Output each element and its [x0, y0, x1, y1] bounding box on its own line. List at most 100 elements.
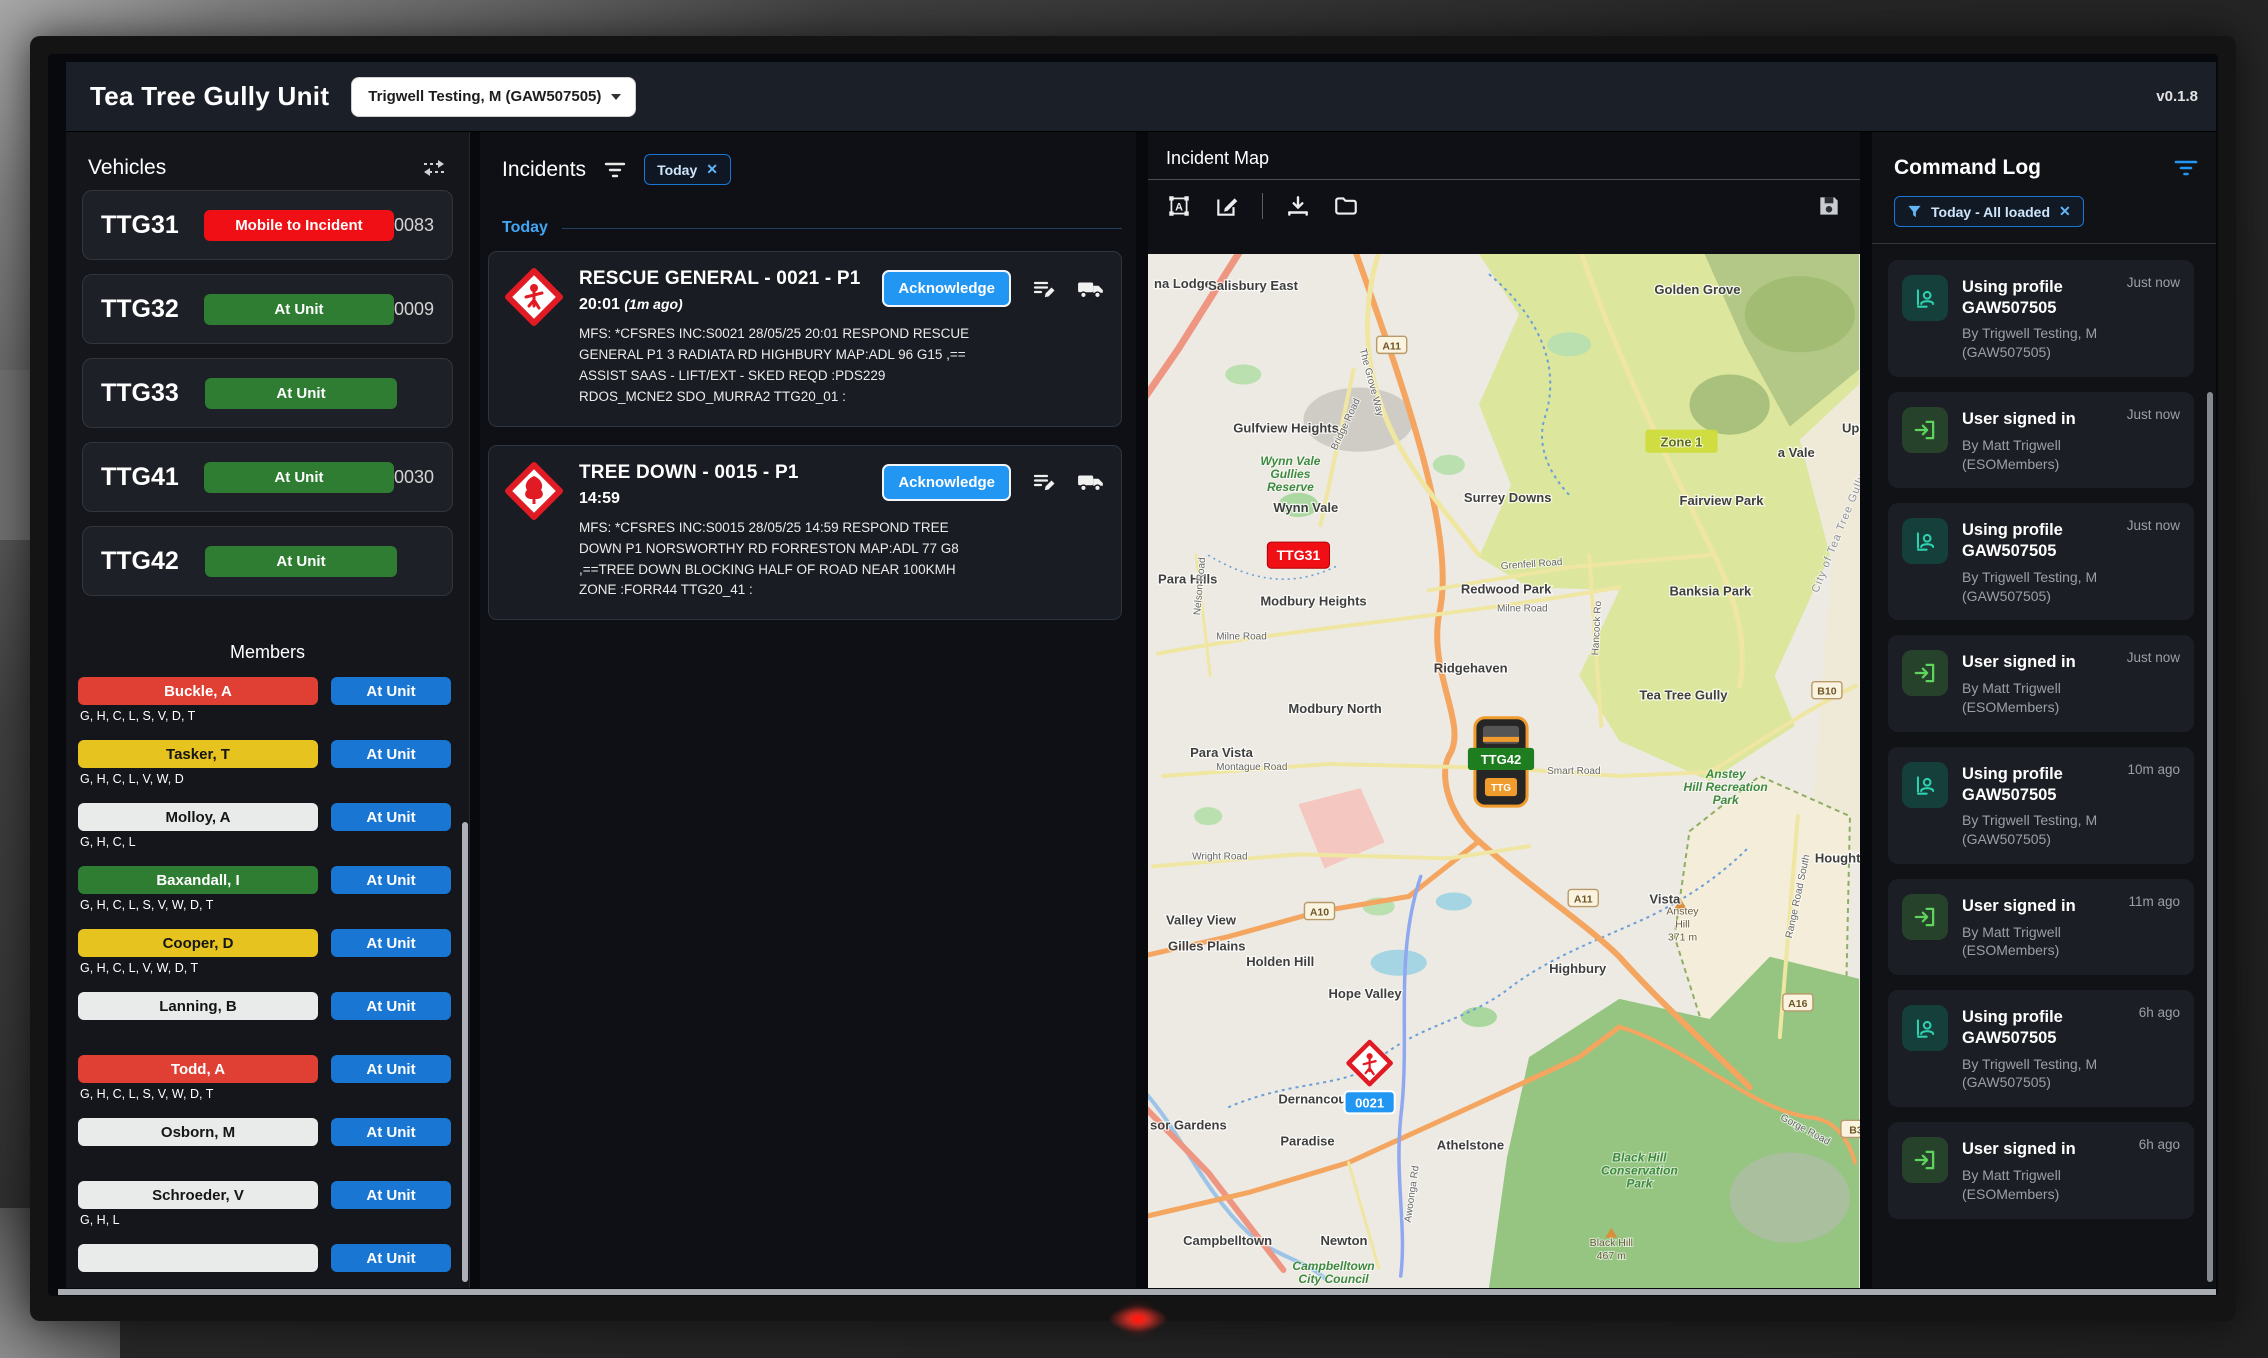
log-entry: Using profile GAW507505 By Trigwell Test… — [1888, 990, 2194, 1107]
member-name-pill[interactable]: Todd, A — [78, 1055, 318, 1083]
command-log-list: Using profile GAW507505 By Trigwell Test… — [1872, 244, 2216, 1219]
profile-icon — [1912, 285, 1938, 311]
map-place-label: Banksia Park — [1669, 583, 1752, 598]
close-icon[interactable]: ✕ — [2059, 203, 2071, 220]
member-name-pill[interactable]: Baxandall, I — [78, 866, 318, 894]
map-place-label: Milne Road — [1216, 631, 1267, 642]
member-row: Baxandall, I At Unit G, H, C, L, S, V, W… — [66, 866, 469, 929]
save-icon[interactable] — [1816, 193, 1842, 219]
download-icon[interactable] — [1285, 193, 1311, 219]
log-entry-time: 10m ago — [2127, 762, 2180, 777]
vehicle-card[interactable]: TTG32 At Unit 0009 — [82, 274, 453, 344]
log-entry-by: By Matt Trigwell (ESOMembers) — [1962, 1166, 2142, 1204]
close-icon[interactable]: ✕ — [706, 161, 718, 178]
member-name-pill[interactable]: Molloy, A — [78, 803, 318, 831]
text-annotation-icon[interactable]: A — [1166, 193, 1192, 219]
log-entry-time: Just now — [2127, 650, 2180, 665]
member-name-pill[interactable]: Osborn, M — [78, 1118, 318, 1146]
member-row: At Unit — [66, 1244, 469, 1288]
rescue-diamond-icon — [505, 268, 563, 326]
truck-icon[interactable] — [1077, 277, 1105, 301]
vehicle-card[interactable]: TTG31 Mobile to Incident 0083 — [82, 190, 453, 260]
folder-icon[interactable] — [1333, 193, 1359, 219]
map-place-label: Salisbury East — [1208, 278, 1298, 293]
map-place-label: Golden Grove — [1654, 282, 1740, 297]
acknowledge-button[interactable]: Acknowledge — [882, 270, 1011, 307]
log-entry-icon — [1902, 407, 1948, 453]
edit-icon[interactable] — [1214, 193, 1240, 219]
map-place-label: CampbelltownCity Council — [1292, 1259, 1374, 1286]
log-entry-icon — [1902, 894, 1948, 940]
member-qualifications: G, H, L — [80, 1213, 457, 1230]
member-status-button[interactable]: At Unit — [331, 992, 451, 1020]
member-qualifications: G, H, C, L, V, W, D — [80, 772, 457, 789]
map-place-label: Wynn Vale — [1273, 500, 1338, 515]
member-status-button[interactable]: At Unit — [331, 1244, 451, 1272]
member-status-button[interactable]: At Unit — [331, 1181, 451, 1209]
map-place-label: Fairview Park — [1679, 493, 1764, 508]
member-status-button[interactable]: At Unit — [331, 740, 451, 768]
member-status-button[interactable]: At Unit — [331, 1055, 451, 1083]
member-status-button[interactable]: At Unit — [331, 929, 451, 957]
member-row: Lanning, B At Unit — [66, 992, 469, 1055]
vehicle-list: TTG31 Mobile to Incident 0083 TTG32 At U… — [66, 190, 469, 596]
command-log-filter-chip[interactable]: Today - All loaded ✕ — [1894, 196, 2084, 227]
acknowledge-button[interactable]: Acknowledge — [882, 464, 1011, 501]
vehicle-card[interactable]: TTG33 At Unit — [82, 358, 453, 428]
filter-icon[interactable] — [604, 161, 626, 179]
road-shield: A11 — [1377, 336, 1407, 353]
member-name-pill[interactable]: Schroeder, V — [78, 1181, 318, 1209]
vehicle-status-pill[interactable]: At Unit — [205, 546, 397, 577]
map-marker-ttg31[interactable]: TTG31 — [1267, 542, 1329, 568]
vehicle-status-pill[interactable]: At Unit — [204, 294, 394, 325]
vehicles-title: Vehicles — [88, 156, 166, 180]
log-entry-by: By Matt Trigwell (ESOMembers) — [1962, 923, 2142, 961]
map-place-label: sor Gardens — [1150, 1117, 1227, 1132]
map-place-label: Modbury Heights — [1260, 593, 1366, 608]
transfer-arrows-icon[interactable] — [421, 157, 447, 179]
member-status-button[interactable]: At Unit — [331, 866, 451, 894]
member-name-pill[interactable]: Cooper, D — [78, 929, 318, 957]
member-name-pill[interactable]: Buckle, A — [78, 677, 318, 705]
incidents-section-label: Today — [502, 219, 548, 237]
map-marker-ttg42-cluster[interactable]: TTG42TTG — [1468, 718, 1534, 806]
members-scrollbar[interactable] — [462, 822, 468, 1282]
incident-message: MFS: *CFSRES INC:S0015 28/05/25 14:59 RE… — [579, 518, 979, 602]
filter-icon-blue[interactable] — [2174, 159, 2198, 177]
vehicle-status-pill[interactable]: At Unit — [205, 378, 397, 409]
incident-map[interactable]: na LodgeSalisbury EastGolden GroveGulfvi… — [1148, 254, 1860, 1288]
log-entry-time: 11m ago — [2128, 894, 2180, 909]
member-name-pill[interactable] — [78, 1244, 318, 1272]
log-entry-by: By Trigwell Testing, M (GAW507505) — [1962, 811, 2142, 849]
member-status-button[interactable]: At Unit — [331, 803, 451, 831]
member-name-pill[interactable]: Tasker, T — [78, 740, 318, 768]
incident-map-title: Incident Map — [1148, 132, 1860, 179]
member-row: Todd, A At Unit G, H, C, L, S, V, W, D, … — [66, 1055, 469, 1118]
incidents-filter-chip[interactable]: Today ✕ — [644, 154, 731, 185]
note-edit-icon[interactable] — [1031, 277, 1057, 301]
member-status-button[interactable]: At Unit — [331, 677, 451, 705]
command-log-scrollbar[interactable] — [2207, 392, 2213, 1282]
incident-card[interactable]: RESCUE GENERAL - 0021 - P1 20:01 (1m ago… — [488, 251, 1122, 427]
member-status-button[interactable]: At Unit — [331, 1118, 451, 1146]
truck-icon[interactable] — [1077, 470, 1105, 494]
vehicle-card[interactable]: TTG41 At Unit 0030 — [82, 442, 453, 512]
member-qualifications: G, H, C, L, V, W, D, T — [80, 961, 457, 978]
log-entry-title: Using profile GAW507505 — [1962, 520, 2122, 561]
profile-dropdown[interactable]: Trigwell Testing, M (GAW507505) — [351, 77, 636, 117]
incident-card[interactable]: TREE DOWN - 0015 - P1 14:59 MFS: *CFSRES… — [488, 445, 1122, 621]
log-entry-icon — [1902, 650, 1948, 696]
vehicle-number: 0083 — [394, 215, 434, 236]
vehicle-status-pill[interactable]: At Unit — [204, 462, 394, 493]
map-place-label: Upper — [1842, 421, 1860, 436]
vehicle-status-pill[interactable]: Mobile to Incident — [204, 210, 394, 241]
log-entry-title: Using profile GAW507505 — [1962, 1007, 2122, 1048]
log-entry-icon — [1902, 1005, 1948, 1051]
incident-time-ago: (1m ago) — [624, 296, 682, 312]
vehicle-card[interactable]: TTG42 At Unit — [82, 526, 453, 596]
road-shield: A10 — [1304, 903, 1334, 920]
member-name-pill[interactable]: Lanning, B — [78, 992, 318, 1020]
vehicle-number: 0009 — [394, 299, 434, 320]
log-entry-title: User signed in — [1962, 652, 2122, 673]
note-edit-icon[interactable] — [1031, 470, 1057, 494]
